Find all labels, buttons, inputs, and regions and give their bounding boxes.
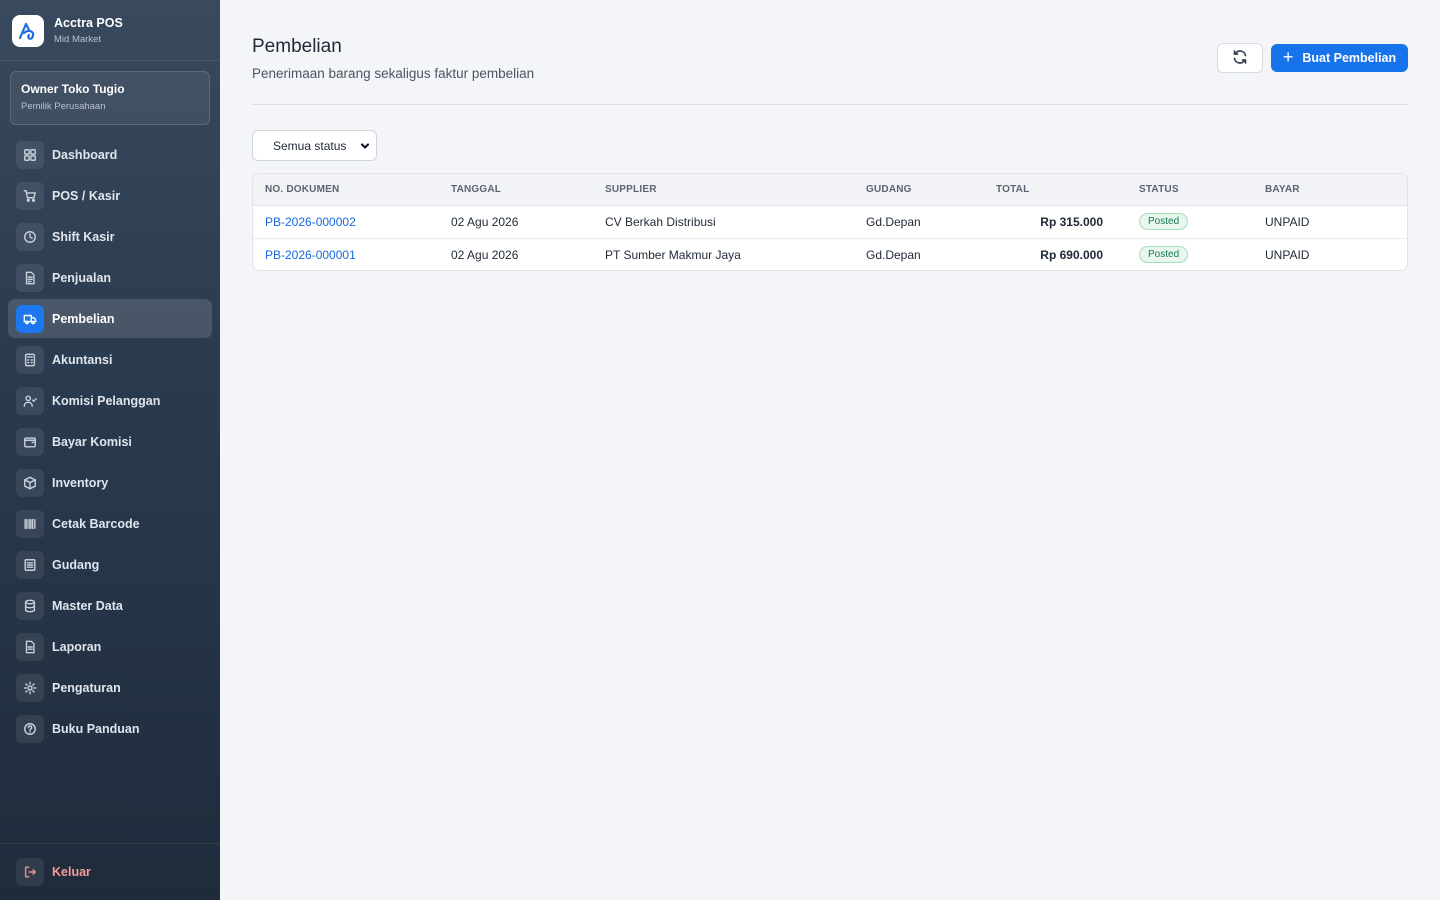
sidebar-item-pos[interactable]: POS / Kasir <box>8 176 212 215</box>
page-subtitle: Penerimaan barang sekaligus faktur pembe… <box>252 66 535 81</box>
column-header-payment[interactable]: BAYAR <box>1253 174 1407 206</box>
document-icon <box>16 263 44 292</box>
sidebar-item-label: Bayar Komisi <box>52 434 132 449</box>
sidebar-item-label: Shift Kasir <box>52 229 115 244</box>
status-filter-value: Semua status <box>273 138 347 153</box>
purchases-table: NO. DOKUMEN TANGGAL SUPPLIER GUDANG TOTA… <box>252 173 1408 271</box>
dashboard-icon <box>16 140 44 169</box>
sidebar-item-master-data[interactable]: Master Data <box>8 586 212 625</box>
sidebar-item-label: Laporan <box>52 639 102 654</box>
column-header-status[interactable]: STATUS <box>1127 174 1253 206</box>
column-header-supplier[interactable]: SUPPLIER <box>593 174 854 206</box>
sidebar-nav: Dashboard POS / Kasir Shift Kasir Penjua… <box>8 135 212 750</box>
sidebar-item-label: POS / Kasir <box>52 188 121 203</box>
sidebar-item-pengaturan[interactable]: Pengaturan <box>8 668 212 707</box>
user-check-icon <box>16 386 44 415</box>
warehouse-cell: Gd.Depan <box>866 214 921 229</box>
sidebar-item-label: Master Data <box>52 598 123 613</box>
user-card[interactable]: Owner Toko Tugio Pemilik Perusahaan <box>10 71 210 125</box>
sidebar-item-label: Pembelian <box>52 311 115 326</box>
refresh-button[interactable] <box>1217 43 1263 73</box>
sidebar-item-label: Akuntansi <box>52 352 113 367</box>
total-cell: Rp 315.000 <box>1040 214 1103 229</box>
status-cell: Posted <box>1127 205 1253 238</box>
status-badge: Posted <box>1139 213 1189 230</box>
sidebar-item-komisi-pelanggan[interactable]: Komisi Pelanggan <box>8 381 212 420</box>
brand-name: Acctra POS <box>54 15 123 30</box>
table-row[interactable]: PB-2026-000001 02 Agu 2026 PT Sumber Mak… <box>253 237 1407 270</box>
sidebar-item-label: Buku Panduan <box>52 721 140 736</box>
sidebar-item-buku-panduan[interactable]: Buku Panduan <box>8 709 212 748</box>
sidebar-item-penjualan[interactable]: Penjualan <box>8 258 212 297</box>
column-header-doc[interactable]: NO. DOKUMEN <box>253 174 439 206</box>
brand-logo-icon <box>12 15 44 47</box>
help-icon <box>16 714 44 743</box>
sidebar-item-laporan[interactable]: Laporan <box>8 627 212 666</box>
logout-icon <box>16 858 44 886</box>
cart-icon <box>16 181 44 210</box>
report-icon <box>16 632 44 661</box>
payment-cell: UNPAID <box>1265 214 1310 229</box>
box-icon <box>16 468 44 497</box>
user-role: Pemilik Perusahaan <box>21 101 106 112</box>
plus-icon: + <box>1282 47 1294 67</box>
sidebar-item-label: Gudang <box>52 557 100 572</box>
sidebar-item-gudang[interactable]: Gudang <box>8 545 212 584</box>
warehouse-cell: Gd.Depan <box>854 237 984 270</box>
warehouse-icon <box>16 550 44 579</box>
sidebar-item-label: Cetak Barcode <box>52 516 140 531</box>
sidebar-item-label: Penjualan <box>52 270 112 285</box>
sidebar-item-pembelian[interactable]: Pembelian <box>8 299 212 338</box>
sidebar-item-label: Pengaturan <box>52 680 121 695</box>
sidebar-item-label: Komisi Pelanggan <box>52 393 161 408</box>
date-cell: 02 Agu 2026 <box>451 214 519 229</box>
database-icon <box>16 591 44 620</box>
divider <box>0 843 220 844</box>
divider <box>252 104 1408 105</box>
date-cell: 02 Agu 2026 <box>439 237 593 270</box>
page-title: Pembelian <box>252 36 342 57</box>
doc-number-link[interactable]: PB-2026-000002 <box>253 205 439 238</box>
sidebar: Acctra POS Mid Market Owner Toko Tugio P… <box>0 0 220 900</box>
divider <box>0 60 220 61</box>
sidebar-item-bayar-komisi[interactable]: Bayar Komisi <box>8 422 212 461</box>
user-name: Owner Toko Tugio <box>21 82 125 96</box>
supplier-cell: CV Berkah Distribusi <box>605 214 716 229</box>
sidebar-item-dashboard[interactable]: Dashboard <box>8 135 212 174</box>
sidebar-item-cetak-barcode[interactable]: Cetak Barcode <box>8 504 212 543</box>
clock-icon <box>16 222 44 251</box>
logout-button[interactable]: Keluar <box>16 858 91 886</box>
sidebar-item-inventory[interactable]: Inventory <box>8 463 212 502</box>
total-cell: Rp 690.000 <box>984 237 1127 270</box>
sidebar-item-akuntansi[interactable]: Akuntansi <box>8 340 212 379</box>
status-badge: Posted <box>1139 246 1189 264</box>
create-purchase-label: Buat Pembelian <box>1302 51 1397 65</box>
truck-icon <box>16 304 44 333</box>
brand-tier: Mid Market <box>54 33 101 45</box>
doc-number-link[interactable]: PB-2026-000001 <box>253 237 439 270</box>
table-header-row: NO. DOKUMEN TANGGAL SUPPLIER GUDANG TOTA… <box>253 174 1407 206</box>
column-header-warehouse[interactable]: GUDANG <box>854 174 984 206</box>
chevron-down-icon <box>360 140 370 154</box>
barcode-icon <box>16 509 44 538</box>
refresh-icon <box>1232 49 1248 68</box>
sidebar-item-label: Inventory <box>52 475 109 490</box>
status-cell: Posted <box>1127 237 1253 270</box>
supplier-cell: PT Sumber Makmur Jaya <box>593 237 854 270</box>
sidebar-item-label: Dashboard <box>52 147 118 162</box>
column-header-date[interactable]: TANGGAL <box>439 174 593 206</box>
logout-label: Keluar <box>52 865 91 879</box>
create-purchase-button[interactable]: + Buat Pembelian <box>1271 44 1408 72</box>
table-row[interactable]: PB-2026-000002 02 Agu 2026 CV Berkah Dis… <box>253 205 1407 238</box>
payment-cell: UNPAID <box>1253 237 1407 270</box>
calculator-icon <box>16 345 44 374</box>
wallet-icon <box>16 427 44 456</box>
brand[interactable]: Acctra POS Mid Market <box>12 14 208 48</box>
status-filter-select[interactable]: Semua status <box>252 130 377 161</box>
gear-icon <box>16 673 44 702</box>
column-header-total[interactable]: TOTAL <box>984 174 1127 206</box>
sidebar-item-shift-kasir[interactable]: Shift Kasir <box>8 217 212 256</box>
